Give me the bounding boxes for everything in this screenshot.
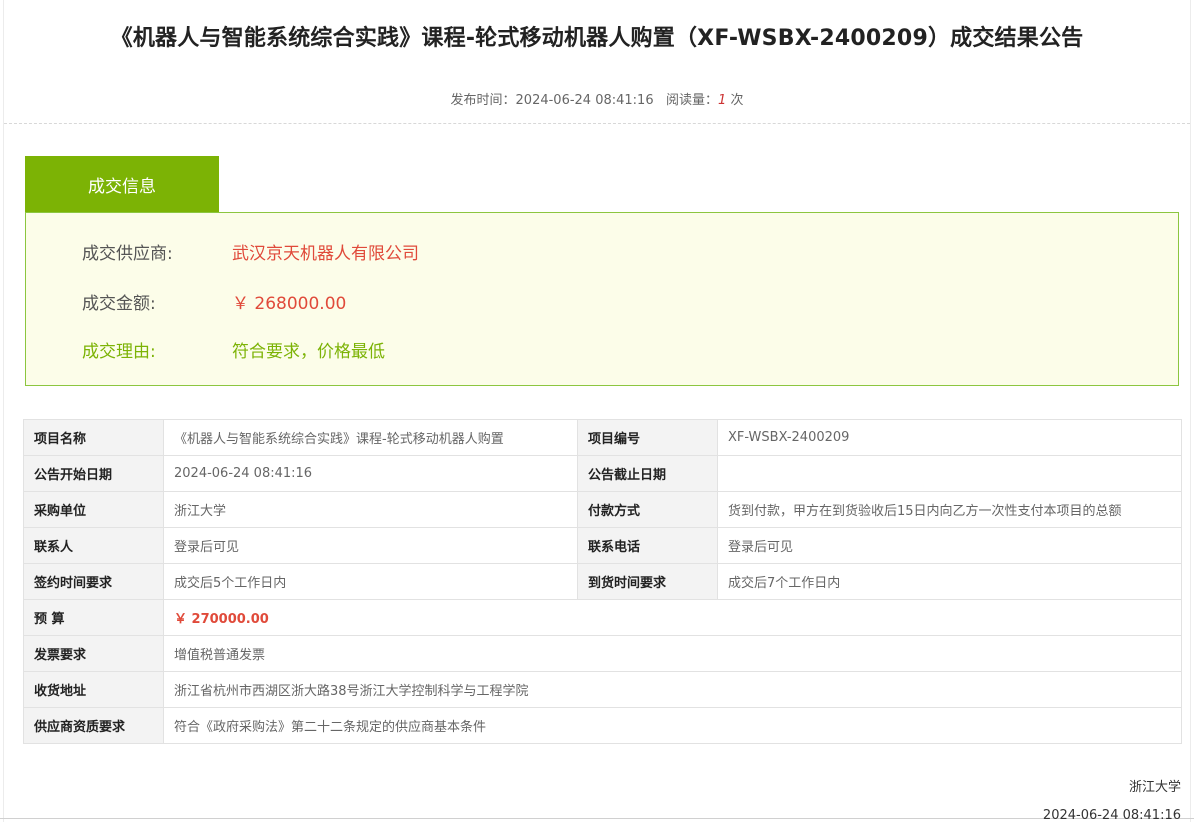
views-label: 阅读量：	[666, 93, 719, 108]
address-value: 浙江省杭州市西湖区浙大路38号浙江大学控制科学与工程学院	[163, 671, 1182, 708]
table-row: 预 算 ￥ 270000.00	[23, 599, 1182, 636]
deal-amount-row: 成交金额: ￥ 268000.00	[82, 289, 346, 314]
table-row: 项目名称 《机器人与智能系统综合实践》课程-轮式移动机器人购置 项目编号 XF-…	[23, 419, 1182, 456]
views-count: 1	[718, 93, 727, 108]
table-row: 采购单位 浙江大学 付款方式 货到付款，甲方在到货验收后15日内向乙方一次性支付…	[23, 491, 1182, 528]
project-name-label: 项目名称	[23, 419, 164, 456]
invoice-label: 发票要求	[23, 635, 164, 672]
delivery-time-label: 到货时间要求	[577, 563, 718, 600]
publish-label: 发布时间：	[450, 93, 516, 108]
purchaser-value: 浙江大学	[163, 491, 578, 528]
table-row: 公告开始日期 2024-06-24 08:41:16 公告截止日期	[23, 455, 1182, 492]
deal-supplier-label: 成交供应商:	[82, 244, 173, 264]
tab-deal-info[interactable]: 成交信息	[25, 156, 219, 213]
purchaser-label: 采购单位	[23, 491, 164, 528]
start-date-value: 2024-06-24 08:41:16	[163, 455, 578, 492]
table-row: 联系人 登录后可见 联系电话 登录后可见	[23, 527, 1182, 564]
deal-amount-value: ￥ 268000.00	[232, 294, 347, 314]
project-no-value: XF-WSBX-2400209	[717, 419, 1182, 456]
publish-time: 2024-06-24 08:41:16	[515, 93, 654, 108]
sign-time-label: 签约时间要求	[23, 563, 164, 600]
address-label: 收货地址	[23, 671, 164, 708]
contact-label: 联系人	[23, 527, 164, 564]
qualification-label: 供应商资质要求	[23, 707, 164, 744]
end-date-value	[717, 455, 1182, 492]
header-divider	[4, 123, 1190, 124]
budget-value: ￥ 270000.00	[163, 599, 1182, 636]
contact-value: 登录后可见	[163, 527, 578, 564]
phone-label: 联系电话	[577, 527, 718, 564]
deal-info-panel: 成交供应商: 武汉京天机器人有限公司 成交金额: ￥ 268000.00 成交理由:…	[25, 212, 1179, 386]
page-frame-right	[1190, 0, 1191, 822]
delivery-time-value: 成交后7个工作日内	[717, 563, 1182, 600]
views-unit: 次	[730, 93, 744, 108]
start-date-label: 公告开始日期	[23, 455, 164, 492]
table-row: 发票要求 增值税普通发票	[23, 635, 1182, 672]
footer-organization: 浙江大学	[1128, 780, 1181, 795]
end-date-label: 公告截止日期	[577, 455, 718, 492]
qualification-value: 符合《政府采购法》第二十二条规定的供应商基本条件	[163, 707, 1182, 744]
payment-value: 货到付款，甲方在到货验收后15日内向乙方一次性支付本项目的总额	[717, 491, 1182, 528]
deal-amount-label: 成交金额:	[82, 294, 156, 314]
project-no-label: 项目编号	[577, 419, 718, 456]
budget-label: 预 算	[23, 599, 164, 636]
payment-label: 付款方式	[577, 491, 718, 528]
page-frame-bottom	[0, 818, 1194, 819]
table-row: 供应商资质要求 符合《政府采购法》第二十二条规定的供应商基本条件	[23, 707, 1182, 744]
tab-deal-info-label: 成交信息	[88, 177, 156, 197]
deal-supplier-row: 成交供应商: 武汉京天机器人有限公司	[82, 239, 419, 264]
publish-meta: 发布时间：2024-06-24 08:41:16 阅读量：1 次	[0, 89, 1194, 108]
deal-reason-value: 符合要求，价格最低	[232, 342, 385, 362]
project-name-value: 《机器人与智能系统综合实践》课程-轮式移动机器人购置	[163, 419, 578, 456]
invoice-value: 增值税普通发票	[163, 635, 1182, 672]
phone-value: 登录后可见	[717, 527, 1182, 564]
table-row: 签约时间要求 成交后5个工作日内 到货时间要求 成交后7个工作日内	[23, 563, 1182, 600]
page-title: 《机器人与智能系统综合实践》课程-轮式移动机器人购置（XF-WSBX-24002…	[110, 26, 1084, 51]
project-detail-table: 项目名称 《机器人与智能系统综合实践》课程-轮式移动机器人购置 项目编号 XF-…	[23, 419, 1182, 744]
footer-date: 2024-06-24 08:41:16	[1042, 808, 1181, 823]
deal-reason-row: 成交理由: 符合要求，价格最低	[82, 337, 385, 362]
deal-reason-label: 成交理由:	[82, 342, 156, 362]
sign-time-value: 成交后5个工作日内	[163, 563, 578, 600]
deal-supplier-value: 武汉京天机器人有限公司	[232, 244, 419, 264]
table-row: 收货地址 浙江省杭州市西湖区浙大路38号浙江大学控制科学与工程学院	[23, 671, 1182, 708]
